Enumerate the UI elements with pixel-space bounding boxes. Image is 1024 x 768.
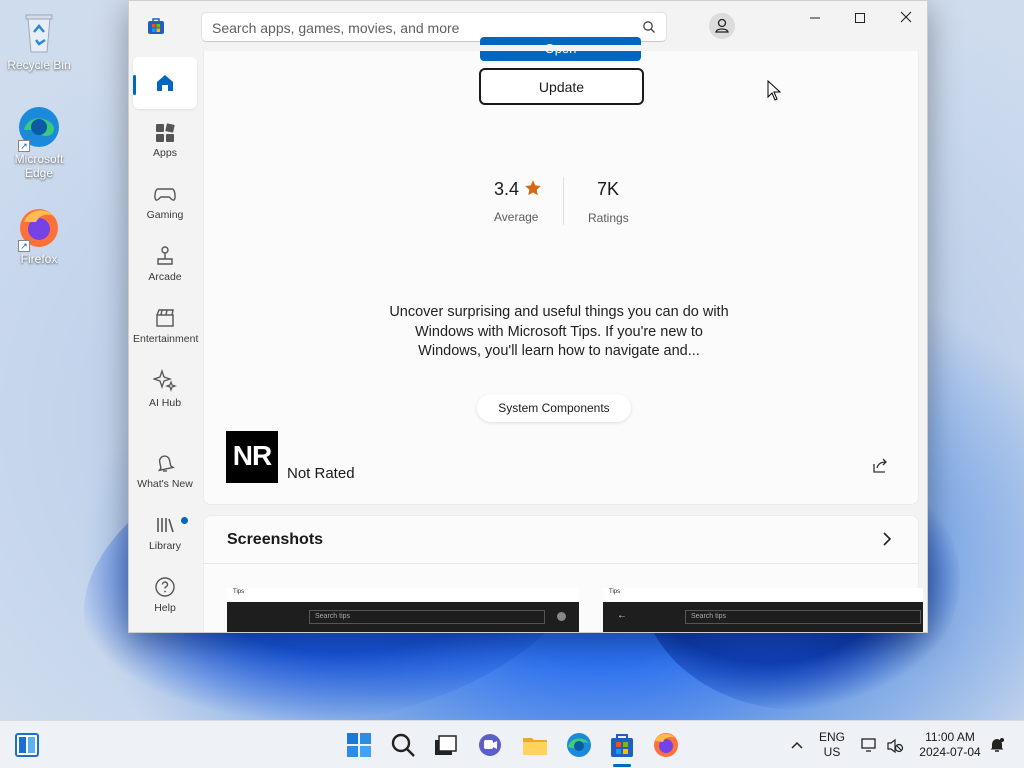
start-icon[interactable] xyxy=(345,731,373,759)
firefox-icon[interactable] xyxy=(652,731,680,759)
left-nav: Apps Gaming Arcade Entertainment AI Hub … xyxy=(129,51,201,632)
nav-label: Gaming xyxy=(146,209,184,221)
thumb-search-box: Search tips xyxy=(309,610,545,624)
person-icon xyxy=(715,18,729,33)
desktop-icon-label: Recycle Bin xyxy=(7,58,71,72)
mouse-cursor-icon xyxy=(767,80,781,101)
lang-line1: ENG xyxy=(818,730,845,744)
store-logo-icon xyxy=(148,18,164,34)
library-icon xyxy=(157,518,174,533)
clock-date: 2024-07-04 xyxy=(919,745,981,759)
edge-icon[interactable] xyxy=(565,731,593,759)
recycle-bin-icon xyxy=(16,10,62,56)
share-icon[interactable] xyxy=(871,457,889,475)
active-app-indicator xyxy=(613,764,631,767)
nav-label: What's New xyxy=(137,478,193,490)
help-icon xyxy=(155,577,175,597)
edge-icon: ↗ xyxy=(16,104,62,152)
search-placeholder: Search apps, games, movies, and more xyxy=(212,20,460,36)
nav-help[interactable]: Help xyxy=(133,576,197,632)
nav-entertainment[interactable]: Entertainment xyxy=(133,307,199,363)
nav-label: Library xyxy=(148,540,182,552)
age-rating-label[interactable]: Not Rated xyxy=(287,465,355,482)
rating-label: Average xyxy=(494,210,539,224)
update-button[interactable]: Update xyxy=(479,68,644,105)
chevron-up-icon[interactable] xyxy=(790,738,804,752)
taskbar: ENG US 11:00 AM 2024-07-04 xyxy=(0,720,1024,768)
bell-icon xyxy=(157,455,175,472)
stat-divider xyxy=(563,177,564,225)
account-button[interactable] xyxy=(709,13,735,39)
nav-label: AI Hub xyxy=(148,397,182,409)
desktop-icon-label: Microsoft Edge xyxy=(14,152,64,180)
scroll-clip xyxy=(203,45,919,51)
file-explorer-icon[interactable] xyxy=(521,731,549,759)
screenshot-thumbnail[interactable]: Tips Search tips xyxy=(227,588,579,632)
language-indicator[interactable]: ENG US xyxy=(815,730,849,760)
nav-label: Apps xyxy=(153,147,177,159)
minimize-button[interactable] xyxy=(804,9,826,27)
store-icon[interactable] xyxy=(608,731,636,759)
thumb-app-label: Tips xyxy=(609,589,621,595)
notification-dot xyxy=(181,517,188,524)
widgets-icon[interactable] xyxy=(14,732,40,758)
search-icon[interactable] xyxy=(642,20,656,34)
age-rating-badge: NR xyxy=(226,431,278,483)
desktop-icon-label: Firefox xyxy=(20,252,58,266)
close-button[interactable] xyxy=(895,9,917,27)
ratings-count: 7K xyxy=(597,179,620,199)
app-description[interactable]: Uncover surprising and useful things you… xyxy=(389,303,729,362)
clock[interactable]: 11:00 AM 2024-07-04 xyxy=(912,730,988,760)
apps-icon xyxy=(156,123,175,142)
clapperboard-icon xyxy=(156,309,174,327)
thumb-back-icon: ← xyxy=(617,610,627,621)
nav-arcade[interactable]: Arcade xyxy=(133,245,197,301)
rating-value: 3.4 xyxy=(494,179,542,200)
nav-gaming[interactable]: Gaming xyxy=(133,183,197,239)
network-icon[interactable] xyxy=(860,736,878,754)
nav-apps[interactable]: Apps xyxy=(133,121,197,177)
task-view-icon[interactable] xyxy=(431,731,459,759)
firefox-icon: ↗ xyxy=(16,204,62,252)
maximize-button[interactable] xyxy=(849,9,871,27)
lang-line2: US xyxy=(823,745,841,759)
star-icon xyxy=(525,180,541,196)
home-icon xyxy=(157,75,173,91)
screenshot-thumbnail[interactable]: Tips ← Search tips xyxy=(603,588,923,632)
app-details-card xyxy=(203,45,919,505)
joystick-icon xyxy=(157,246,173,265)
thumb-search-box: Search tips xyxy=(685,610,921,624)
nav-ai-hub[interactable]: AI Hub xyxy=(133,369,197,425)
gamepad-icon xyxy=(154,188,176,201)
ratings-label: Ratings xyxy=(588,211,629,225)
category-pill[interactable]: System Components xyxy=(477,394,631,422)
clock-time: 11:00 AM xyxy=(925,730,975,744)
screenshots-title[interactable]: Screenshots xyxy=(227,531,323,549)
notification-bell-icon[interactable] xyxy=(988,736,1006,754)
desktop-icon-recycle-bin[interactable]: Recycle Bin xyxy=(6,10,72,72)
nav-label: Help xyxy=(154,602,176,614)
sparkle-icon xyxy=(153,369,177,392)
category-label: System Components xyxy=(498,401,610,415)
search-icon[interactable] xyxy=(389,731,417,759)
chevron-right-icon[interactable] xyxy=(879,531,895,547)
nav-label: Entertainment xyxy=(133,333,199,345)
thumb-avatar xyxy=(557,612,566,621)
chat-icon[interactable] xyxy=(476,731,504,759)
desktop-icon-edge[interactable]: ↗ Microsoft Edge xyxy=(6,104,72,180)
volume-muted-icon[interactable] xyxy=(886,737,904,755)
update-button-label: Update xyxy=(538,79,585,95)
nav-label: Arcade xyxy=(148,271,182,283)
thumb-app-label: Tips xyxy=(233,589,245,595)
store-window: Search apps, games, movies, and more App… xyxy=(128,0,928,633)
desktop-icon-firefox[interactable]: ↗ Firefox xyxy=(6,204,72,266)
nav-home[interactable] xyxy=(133,57,197,109)
shortcut-arrow-icon: ↗ xyxy=(18,140,30,152)
nav-library[interactable]: Library xyxy=(133,514,197,570)
shortcut-arrow-icon: ↗ xyxy=(18,240,30,252)
divider xyxy=(203,563,919,564)
nav-whats-new[interactable]: What's New xyxy=(133,452,197,508)
